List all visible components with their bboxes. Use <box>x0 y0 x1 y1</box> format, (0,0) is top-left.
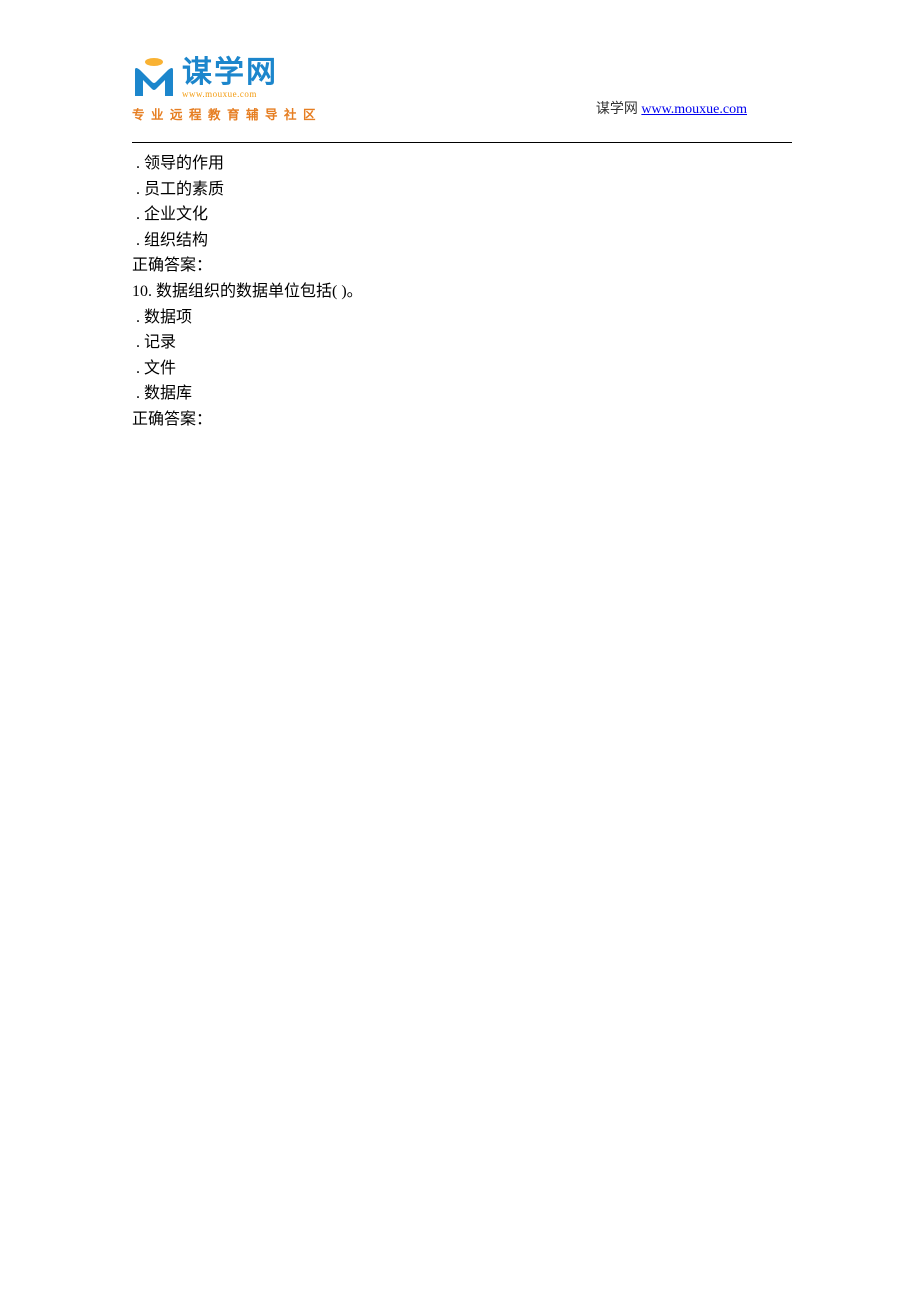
header-right-link[interactable]: www.mouxue.com <box>641 102 747 117</box>
list-item: . 数据项 <box>132 305 792 331</box>
logo-main-text: 谋学网 <box>182 58 278 88</box>
logo-sub-url: www.mouxue.com <box>182 89 278 99</box>
content-area: . 领导的作用 . 员工的素质 . 企业文化 . 组织结构 正确答案： 10. … <box>132 151 792 433</box>
logo-text-block: 谋学网 www.mouxue.com <box>182 58 278 99</box>
answer-label: 正确答案： <box>132 253 792 279</box>
question-text: 10. 数据组织的数据单位包括( )。 <box>132 279 792 305</box>
list-item: . 记录 <box>132 330 792 356</box>
list-item: . 数据库 <box>132 381 792 407</box>
list-item: . 组织结构 <box>132 228 792 254</box>
logo-block: 谋学网 www.mouxue.com 专业远程教育辅导社区 <box>132 56 322 123</box>
header-right: 谋学网 www.mouxue.com <box>596 98 747 118</box>
answer-label: 正确答案： <box>132 407 792 433</box>
page-container: 谋学网 www.mouxue.com 专业远程教育辅导社区 谋学网 www.mo… <box>0 0 920 473</box>
list-item: . 员工的素质 <box>132 177 792 203</box>
logo-top-row: 谋学网 www.mouxue.com <box>132 56 322 100</box>
list-item: . 领导的作用 <box>132 151 792 177</box>
logo-tagline: 专业远程教育辅导社区 <box>132 104 322 123</box>
header-right-label: 谋学网 <box>596 102 642 117</box>
header-divider <box>132 142 792 143</box>
list-item: . 企业文化 <box>132 202 792 228</box>
logo-m-icon <box>132 56 176 100</box>
list-item: . 文件 <box>132 356 792 382</box>
header-area: 谋学网 www.mouxue.com 专业远程教育辅导社区 谋学网 www.mo… <box>132 56 792 142</box>
